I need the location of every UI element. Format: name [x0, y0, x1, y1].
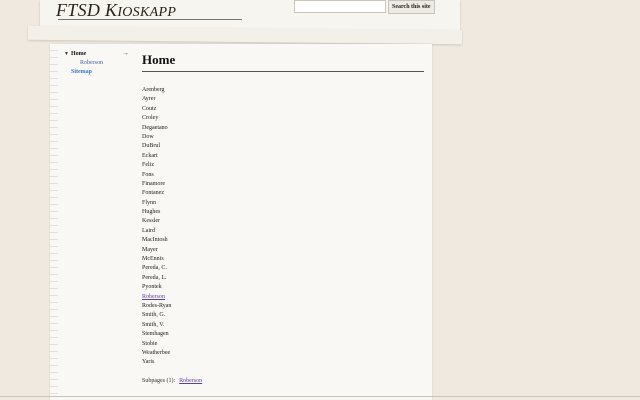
list-item: Fontanez — [142, 190, 164, 197]
list-item: Mayer — [142, 246, 158, 253]
sidebar-nav: ▼ Home → Roberson Sitemap — [62, 49, 134, 77]
list-item: Feliz — [142, 162, 154, 169]
search-input[interactable] — [294, 0, 386, 13]
name-list: Arenberg Ayrer Coutz Croley Degaetano Dow DuBr… — [142, 86, 424, 368]
list-item: Coutz — [142, 105, 157, 112]
subpages-footer: Subpages (1): Roberson — [142, 378, 202, 384]
site-title-smallcaps: IOSKAPP — [117, 5, 177, 20]
page-title: Home — [142, 52, 176, 67]
bottom-divider — [0, 396, 640, 397]
list-item: Hughes — [142, 209, 161, 216]
list-item: Weatherbee — [142, 349, 171, 356]
collapse-toggle-icon[interactable]: ▼ — [64, 50, 69, 59]
paper-binding — [50, 44, 58, 400]
list-item: Stobie — [142, 340, 158, 347]
list-item: Croley — [142, 115, 159, 122]
list-item: Finamore — [142, 180, 165, 187]
list-item: Degaetano — [142, 124, 168, 131]
list-item: Laird — [142, 227, 155, 234]
list-item: Flynn — [142, 199, 157, 206]
title-rule — [58, 19, 242, 20]
list-item: MacIntosh — [142, 237, 168, 244]
list-item: Pereda, C. — [142, 265, 167, 272]
list-item: Pyontek — [142, 284, 162, 291]
list-item: Stemhagen — [142, 331, 169, 338]
subpage-link-roberson[interactable]: Roberson — [179, 378, 202, 384]
list-item: Kessler — [142, 218, 160, 225]
list-item: DuBrul — [142, 143, 160, 150]
list-item: Pereda, L. — [142, 274, 167, 281]
list-item: Yaris — [142, 359, 155, 366]
arrow-right-icon[interactable]: → — [122, 49, 129, 58]
list-item: Dow — [142, 133, 154, 140]
sidebar-item-home[interactable]: ▼ Home → — [62, 49, 134, 59]
list-item: Smith, V. — [142, 321, 165, 328]
sidebar-item-label: Sitemap — [71, 69, 92, 75]
page-title-rule — [142, 71, 424, 72]
list-item: Arenberg — [142, 87, 165, 93]
sidebar-item-label: Roberson — [80, 60, 103, 66]
list-item: Smith, G. — [142, 312, 166, 319]
sidebar-item-roberson[interactable]: Roberson — [62, 59, 134, 68]
name-link[interactable]: Roberson — [142, 293, 424, 302]
site-title[interactable]: FTSD KIOSKAPP — [56, 0, 176, 21]
subpages-label: Subpages (1): — [142, 378, 176, 384]
site-title-main: FTSD K — [56, 0, 118, 20]
list-item: Fons — [142, 171, 154, 178]
sidebar-item-sitemap[interactable]: Sitemap — [62, 68, 134, 77]
main-content: Home Arenberg Ayrer Coutz Croley Degaetano Do… — [142, 52, 424, 368]
list-item: Rodes-Ryan — [142, 302, 172, 309]
list-item: Ayrer — [142, 96, 156, 103]
search-button[interactable]: Search this site — [388, 0, 435, 14]
list-item: Eckart — [142, 152, 158, 159]
list-item: McEnnis — [142, 256, 164, 263]
